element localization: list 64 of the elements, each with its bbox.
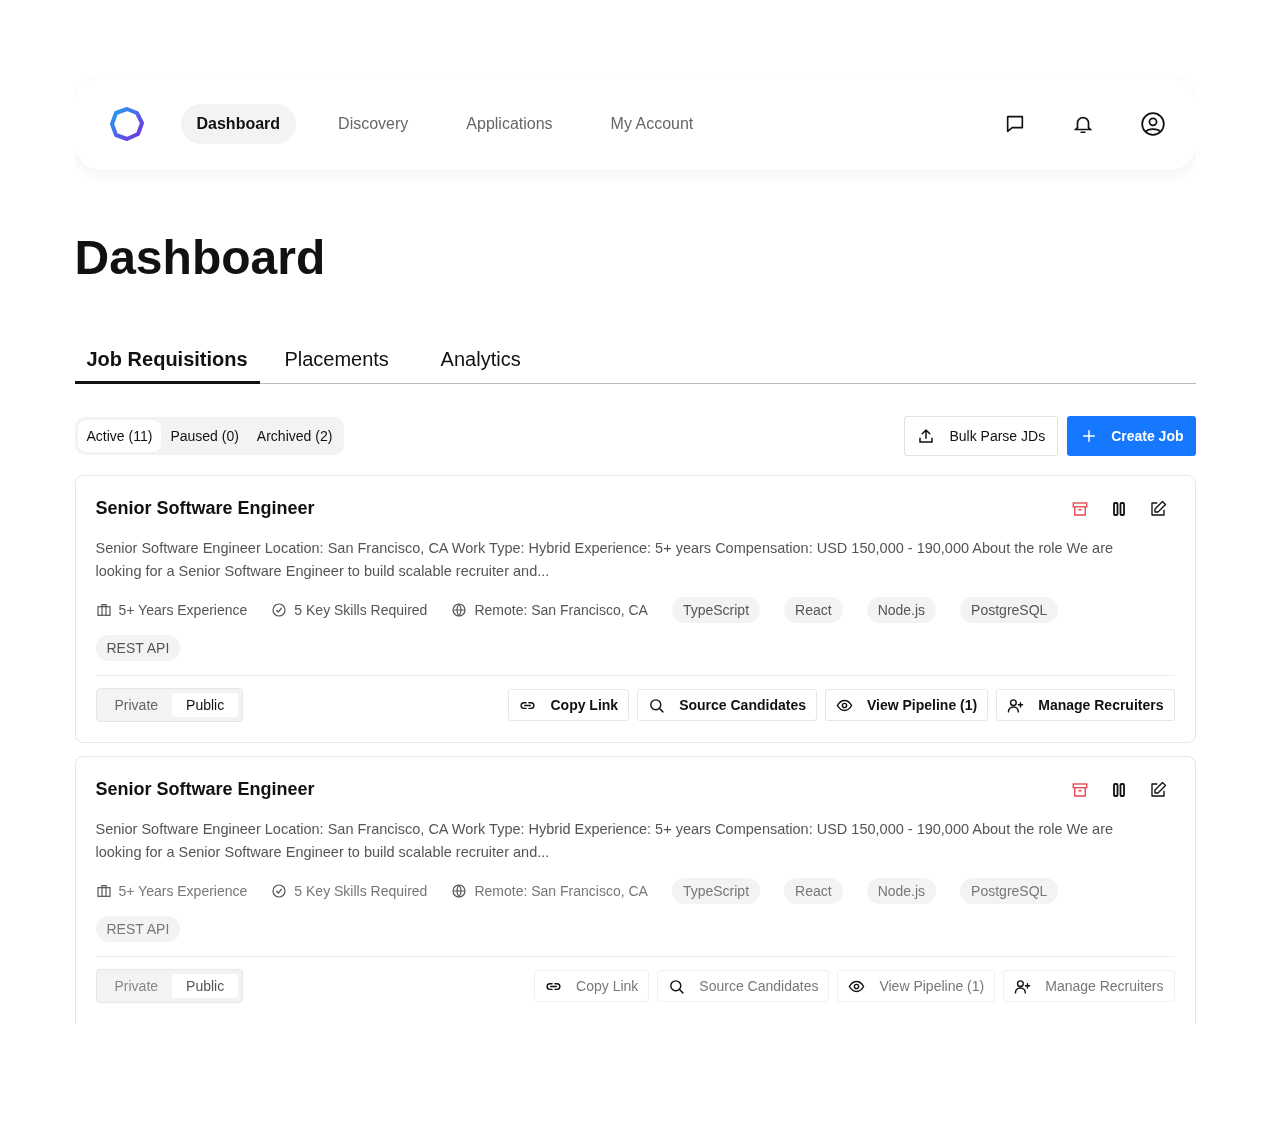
nav-link[interactable]: My Account [594, 104, 710, 144]
card-action-button[interactable]: Manage Recruiters [1003, 970, 1175, 1002]
check-circle-icon [271, 883, 288, 899]
page-title: Dashboard [74, 230, 327, 286]
job-description: Senior Software Engineer Location: San Francisco, CA Work Type: Hybrid Experience: 5+ years Compensation: USD 150,000 - 190,000 About the role We are looking for a Senior Software Engineer to build scalable recruiter and... [95, 820, 1115, 862]
status-filter[interactable]: Active (11) [77, 420, 162, 452]
card-action-button[interactable]: Source Candidates [657, 970, 830, 1002]
archive-icon[interactable] [1070, 499, 1089, 518]
pause-icon[interactable] [1110, 499, 1127, 518]
job-title: Senior Software Engineer [95, 779, 315, 800]
card-action-button[interactable]: Copy Link [508, 689, 630, 721]
status-filter[interactable]: Paused (0) [161, 420, 248, 452]
skill-tag: TypeScript [671, 597, 761, 623]
upload-icon [917, 427, 936, 445]
plus-icon [1081, 428, 1098, 444]
skill-tag: PostgreSQL [960, 878, 1059, 904]
tab[interactable]: Placements [269, 340, 404, 384]
user-plus-icon [1014, 977, 1032, 995]
card-action-button[interactable]: View Pipeline (1) [837, 970, 996, 1002]
pause-icon[interactable] [1110, 780, 1127, 799]
job-title: Senior Software Engineer [95, 498, 315, 519]
user-profile-icon[interactable] [1139, 111, 1166, 137]
job-meta-text: Remote: San Francisco, CA [474, 883, 648, 899]
status-filter[interactable]: Archived (2) [247, 420, 342, 452]
edit-icon[interactable] [1148, 780, 1167, 799]
job-meta-text: 5+ Years Experience [118, 602, 248, 618]
archive-icon[interactable] [1070, 780, 1089, 799]
bulk-parse-button[interactable]: Bulk Parse JDs [904, 416, 1059, 456]
tab[interactable]: Analytics [413, 340, 548, 384]
job-meta-text: Remote: San Francisco, CA [474, 602, 648, 618]
globe-icon [451, 602, 468, 618]
user-plus-icon [1007, 696, 1025, 714]
skill-tag: TypeScript [671, 878, 761, 904]
job-description: Senior Software Engineer Location: San Francisco, CA Work Type: Hybrid Experience: 5+ years Compensation: USD 150,000 - 190,000 About the role We are looking for a Senior Software Engineer to build scalable recruiter and... [95, 539, 1115, 581]
card-action-button[interactable]: View Pipeline (1) [825, 689, 989, 721]
nav-link[interactable]: Dashboard [180, 104, 297, 144]
logo-icon[interactable] [108, 106, 145, 142]
search-icon [648, 696, 666, 714]
globe-icon [451, 883, 468, 899]
skill-tag: Node.js [866, 597, 937, 623]
tab[interactable]: Job Requisitions [74, 340, 260, 384]
skill-tag: React [784, 878, 843, 904]
nav-link[interactable]: Applications [450, 104, 569, 144]
visibility-toggle[interactable]: Public [172, 693, 239, 717]
skill-tag: REST API [95, 635, 181, 661]
briefcase-icon [95, 883, 112, 899]
skill-tag: PostgreSQL [960, 597, 1059, 623]
card-action-button[interactable]: Source Candidates [637, 689, 817, 721]
visibility-toggle[interactable]: Public [172, 974, 239, 998]
card-action-button[interactable]: Manage Recruiters [996, 689, 1175, 721]
job-meta-text: 5+ Years Experience [118, 883, 248, 899]
job-meta-text: 5 Key Skills Required [294, 883, 428, 899]
edit-icon[interactable] [1148, 499, 1167, 518]
search-icon [668, 977, 686, 995]
skill-tag: React [784, 597, 843, 623]
skill-tag: Node.js [866, 878, 937, 904]
check-circle-icon [271, 602, 288, 618]
card-action-button[interactable]: Copy Link [534, 970, 650, 1002]
visibility-toggle[interactable]: Private [100, 693, 173, 717]
nav-link[interactable]: Discovery [322, 104, 425, 144]
briefcase-icon [95, 602, 112, 618]
create-job-button[interactable]: Create Job [1067, 416, 1196, 456]
skill-tag: REST API [95, 916, 181, 942]
job-meta-text: 5 Key Skills Required [294, 602, 428, 618]
